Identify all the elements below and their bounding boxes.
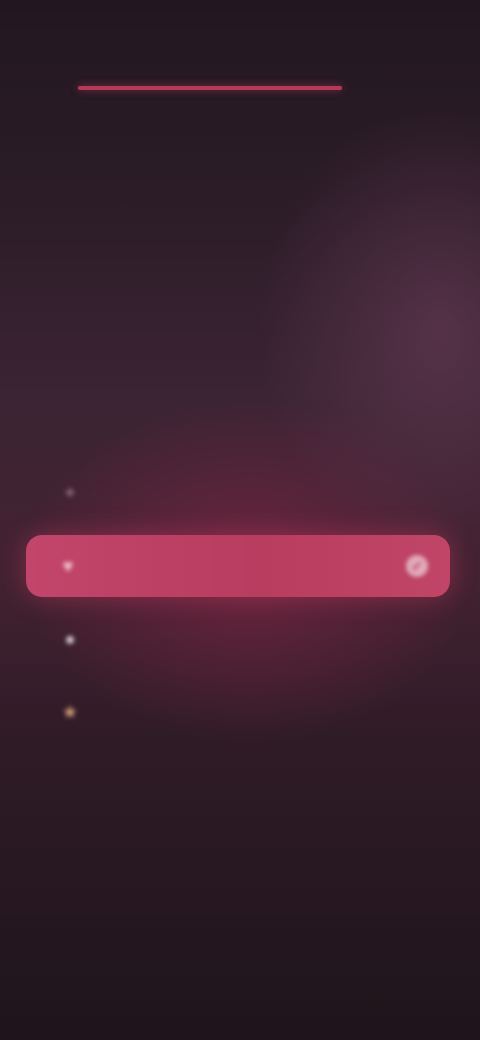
answer-option-4[interactable]: ★ [28, 681, 448, 743]
onboarding-progress-fill [78, 86, 342, 90]
onboarding-progress-bar [78, 86, 342, 90]
sparkle-icon: ✦ [62, 482, 78, 503]
chat-icon: ● [64, 628, 76, 649]
star-icon: ★ [61, 701, 79, 722]
checkmark-icon: ✓ [406, 555, 428, 577]
onboarding-screen: ✦ ♥ ✓ ● ★ [0, 0, 480, 1040]
answer-options-list: ✦ ♥ ✓ ● ★ [26, 462, 450, 754]
answer-option-1[interactable]: ✦ [28, 462, 448, 524]
heart-icon: ♥ [62, 555, 74, 576]
answer-option-3[interactable]: ● [28, 608, 448, 670]
answer-option-2-selected[interactable]: ♥ ✓ [26, 535, 450, 597]
status-bar [0, 0, 480, 64]
